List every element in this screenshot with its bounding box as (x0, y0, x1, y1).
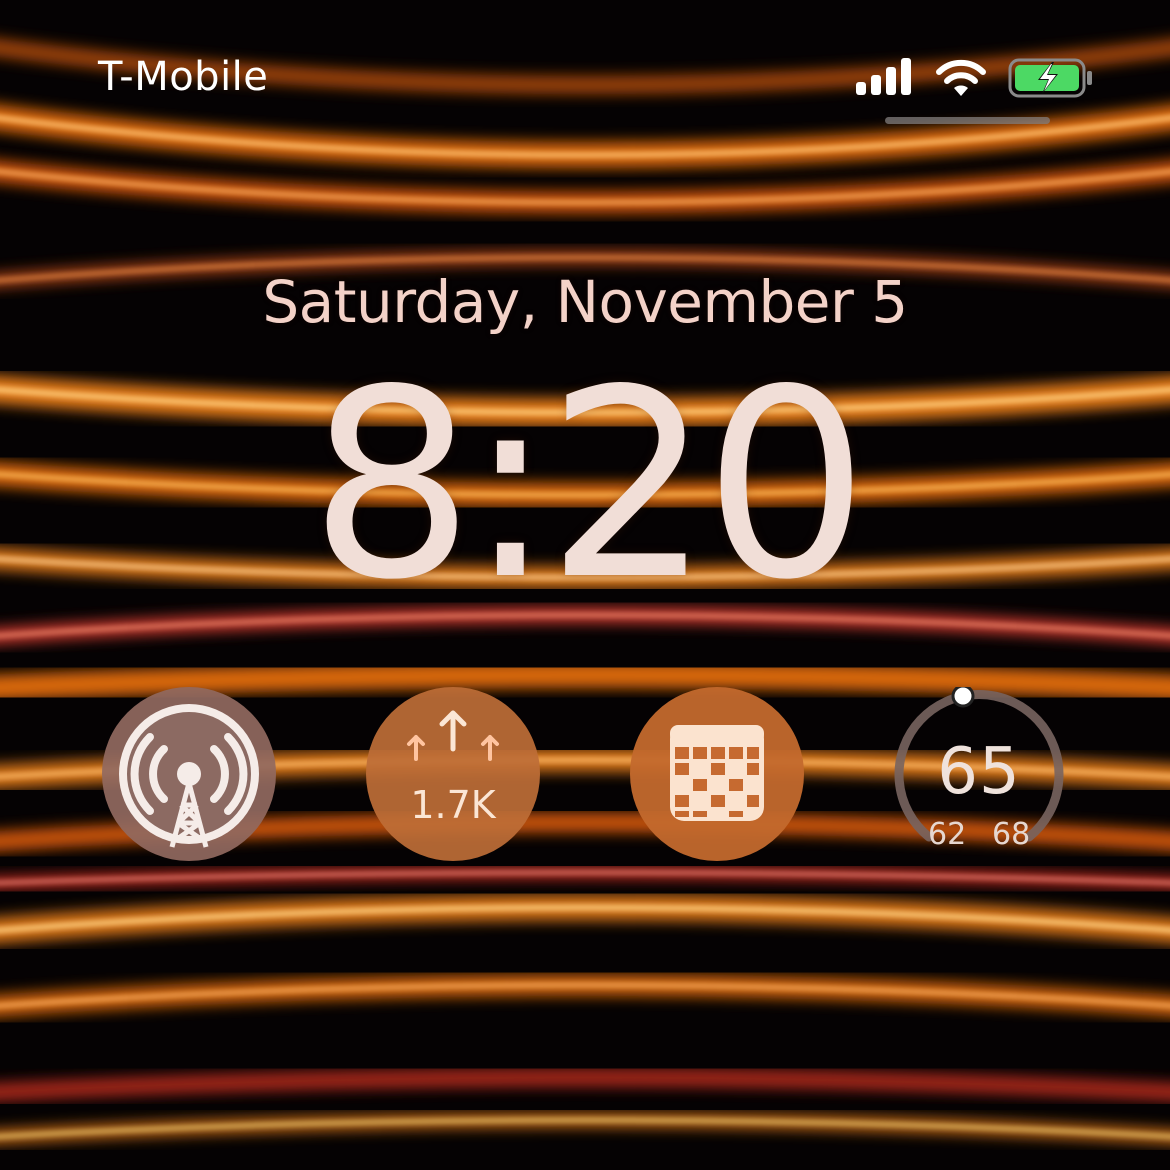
lock-screen-date: Saturday, November 5 (262, 268, 908, 336)
upvote-count: 1.7K (410, 783, 496, 827)
low-temperature: 62 (928, 817, 967, 852)
crossword-widget[interactable] (630, 687, 804, 861)
cellular-signal-icon (856, 58, 916, 96)
lock-screen-time: 8:20 (309, 335, 869, 637)
status-indicator-bar (885, 117, 1050, 124)
weather-widget[interactable]: 65 62 68 (892, 687, 1066, 861)
high-temperature: 68 (992, 817, 1031, 852)
arrows-up-icon (407, 710, 499, 761)
crossword-calendar-icon (670, 725, 764, 821)
charging-battery-icon (1008, 58, 1094, 98)
upvotes-widget[interactable]: 1.7K (366, 687, 540, 861)
overcast-widget[interactable] (102, 687, 276, 861)
carrier-name: T-Mobile (98, 54, 269, 100)
current-temperature: 65 (937, 735, 1021, 809)
podcast-antenna-icon (119, 704, 259, 848)
gauge-marker (951, 687, 975, 708)
wifi-icon (934, 56, 988, 98)
status-bar: T-Mobile (0, 0, 1170, 140)
